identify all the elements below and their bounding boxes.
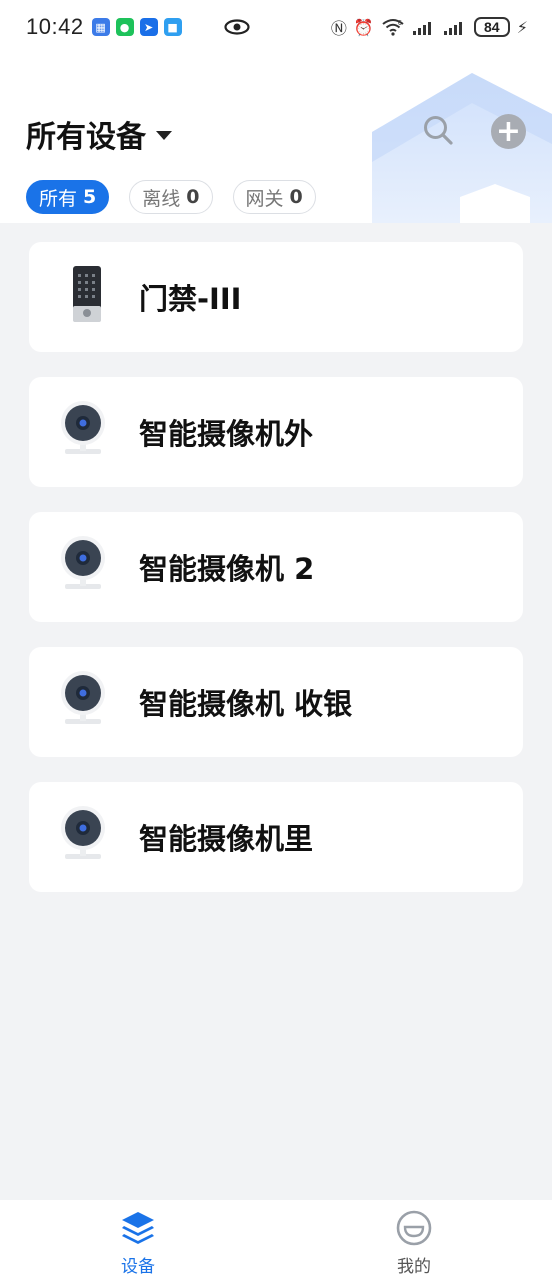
device-name: 智能摄像机 2 bbox=[139, 552, 315, 586]
device-card[interactable]: 智能摄像机 2 bbox=[29, 512, 523, 622]
profile-face-icon bbox=[396, 1210, 432, 1246]
eye-icon bbox=[223, 19, 250, 35]
battery-indicator: 84 bbox=[473, 17, 510, 37]
page-header: 所有设备 + 所有 5 离线 0 网关 0 bbox=[0, 54, 552, 223]
search-icon[interactable] bbox=[422, 114, 454, 146]
device-card[interactable]: 智能摄像机 收银 bbox=[29, 647, 523, 757]
filter-tab-count: 0 bbox=[289, 186, 303, 208]
status-time: 10:42 bbox=[26, 14, 84, 39]
nav-tab-devices[interactable]: 设备 bbox=[0, 1200, 276, 1280]
camera-icon bbox=[61, 806, 105, 859]
page-title: 所有设备 bbox=[26, 120, 146, 155]
device-card[interactable]: 门禁-III bbox=[29, 242, 523, 352]
device-name: 智能摄像机里 bbox=[139, 822, 314, 856]
add-device-button[interactable]: + bbox=[491, 114, 526, 149]
wechat-app-icon: ● bbox=[115, 18, 134, 36]
dingtalk-app-icon: ➤ bbox=[139, 18, 158, 36]
notification-icons: ▦ ● ➤ ■ bbox=[91, 18, 182, 36]
filter-tab-all[interactable]: 所有 5 bbox=[26, 180, 110, 214]
filter-tab-offline[interactable]: 离线 0 bbox=[129, 180, 213, 214]
wifi-icon: 6 bbox=[382, 19, 404, 36]
signal-icon-1 bbox=[412, 22, 431, 35]
filter-tab-label: 离线 bbox=[142, 187, 181, 210]
layers-icon bbox=[122, 1212, 154, 1244]
caret-down-icon bbox=[156, 130, 172, 140]
filter-tab-gateway[interactable]: 网关 0 bbox=[232, 180, 316, 214]
status-bar: 10:42 ▦ ● ➤ ■ Ⓝ ⏰ 6 84 ⚡ bbox=[0, 0, 552, 54]
signal-badge: 6 bbox=[398, 20, 402, 27]
plus-icon: + bbox=[495, 113, 522, 149]
device-card[interactable]: 智能摄像机里 bbox=[29, 782, 523, 892]
device-name: 门禁-III bbox=[139, 282, 242, 316]
nfc-icon: Ⓝ bbox=[330, 19, 347, 38]
device-card[interactable]: 智能摄像机外 bbox=[29, 377, 523, 487]
camera-icon bbox=[61, 536, 105, 589]
filter-tabs: 所有 5 离线 0 网关 0 bbox=[26, 180, 316, 214]
door-access-panel-icon bbox=[73, 266, 101, 322]
camera-icon bbox=[61, 671, 105, 724]
signal-icon-2 bbox=[443, 22, 462, 35]
calendar-app-icon: ▦ bbox=[91, 18, 110, 36]
device-name: 智能摄像机 收银 bbox=[139, 687, 353, 721]
camera-icon bbox=[61, 401, 105, 454]
device-list: 门禁-III 智能摄像机外 智能摄像机 2 智能摄像机 收银 智能摄像机里 bbox=[29, 242, 523, 917]
filter-tab-label: 网关 bbox=[245, 187, 284, 210]
charging-icon: ⚡ bbox=[516, 17, 528, 37]
filter-tab-count: 0 bbox=[186, 186, 200, 208]
filter-tab-label: 所有 bbox=[39, 187, 78, 210]
nav-label-devices: 设备 bbox=[121, 1257, 155, 1277]
status-right: Ⓝ ⏰ 6 84 ⚡ bbox=[331, 15, 528, 39]
nav-label-mine: 我的 bbox=[397, 1257, 431, 1277]
bottom-nav: 设备 我的 bbox=[0, 1200, 552, 1280]
message-app-icon: ■ bbox=[163, 18, 182, 36]
filter-tab-count: 5 bbox=[83, 186, 97, 208]
title-dropdown[interactable]: 所有设备 bbox=[26, 112, 172, 156]
nav-tab-mine[interactable]: 我的 bbox=[276, 1200, 552, 1280]
device-name: 智能摄像机外 bbox=[139, 417, 314, 451]
alarm-icon: ⏰ bbox=[353, 17, 374, 37]
house-decoration-icon bbox=[372, 73, 552, 223]
